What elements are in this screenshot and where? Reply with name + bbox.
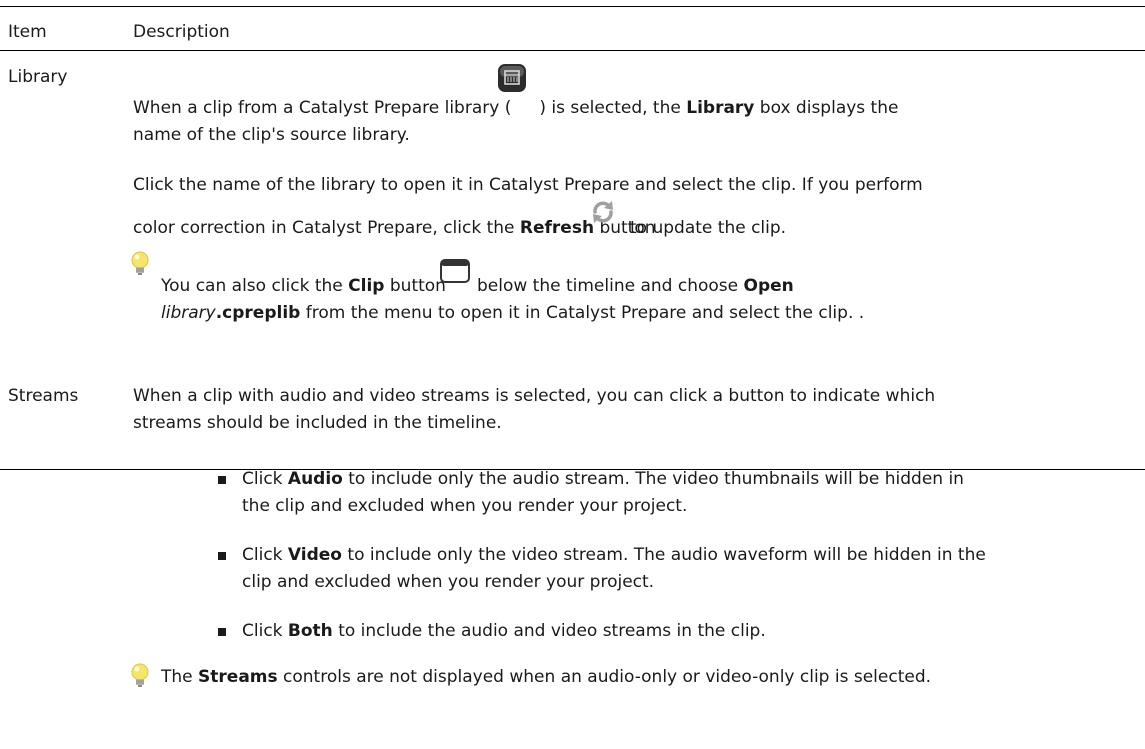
term-library: Library <box>686 98 755 118</box>
text: Click <box>242 621 288 641</box>
table-top-rule <box>0 6 1145 7</box>
bullet-video-line-1: Click Video to include only the video st… <box>242 544 986 566</box>
term-refresh: Refresh <box>519 218 595 238</box>
text: to include the audio and video streams i… <box>332 621 766 641</box>
lightbulb-tip-icon <box>131 663 149 687</box>
library-icon <box>511 112 539 113</box>
header-bottom-rule <box>0 50 1145 51</box>
text: to include only the audio stream. The vi… <box>342 469 964 489</box>
text: Click <box>242 545 288 565</box>
row-label-streams: Streams <box>8 386 79 406</box>
library-icon <box>498 64 526 92</box>
bullet-marker <box>218 552 226 560</box>
library-paragraph-1-line-2: name of the clip's source library. <box>133 125 410 145</box>
text: below the timeline and choose <box>477 276 744 296</box>
row-label-library: Library <box>8 67 68 87</box>
bullet-audio-line-1: Click Audio to include only the audio st… <box>242 468 964 490</box>
term-open: Open <box>743 276 794 296</box>
bullet-marker <box>218 628 226 636</box>
text: You can also click the <box>161 276 349 296</box>
term-clip: Clip <box>348 276 385 296</box>
library-paragraph-2-line-1: Click the name of the library to open it… <box>133 175 923 195</box>
refresh-icon <box>593 201 613 223</box>
streams-intro-line-1: When a clip with audio and video streams… <box>133 386 936 406</box>
term-video: Video <box>287 545 342 565</box>
text: from the menu to open it in Catalyst Pre… <box>300 303 865 323</box>
clip-window-icon <box>440 259 470 283</box>
term-audio: Audio <box>287 469 343 489</box>
bullet-both-line-1: Click Both to include the audio and vide… <box>242 620 766 642</box>
library-paragraph-2-line-2: color correction in Catalyst Prepare, cl… <box>133 217 656 239</box>
text: color correction in Catalyst Prepare, cl… <box>133 218 520 238</box>
library-paragraph-2-line-2-end: to update the clip. <box>630 218 787 238</box>
library-tip-line-1: You can also click the Clip button <box>161 275 446 297</box>
text: ) is selected, the <box>539 98 687 118</box>
library-tip-line-1-end: below the timeline and choose Open <box>477 275 794 297</box>
bullet-audio-line-2: the clip and excluded when you render yo… <box>242 496 688 516</box>
term-streams: Streams <box>198 667 278 687</box>
streams-tip: The Streams controls are not displayed w… <box>161 666 931 688</box>
bullet-marker <box>218 476 226 484</box>
term-cpreplib: .cpreplib <box>215 303 301 323</box>
text: When a clip from a Catalyst Prepare libr… <box>133 98 512 118</box>
header-description: Description <box>133 22 230 42</box>
text: controls are not displayed when an audio… <box>277 667 932 687</box>
text: The <box>161 667 199 687</box>
doc-page: { "header": { "col1": "Item", "col2": "D… <box>0 0 1145 749</box>
text: to include only the video stream. The au… <box>342 545 986 565</box>
library-tip-line-2: library.cpreplib from the menu to open i… <box>161 302 864 324</box>
text: button <box>384 276 446 296</box>
term-both: Both <box>287 621 333 641</box>
text: Click <box>242 469 288 489</box>
library-paragraph-1-line-1: When a clip from a Catalyst Prepare libr… <box>133 97 898 119</box>
term-library-italic: library <box>161 303 216 323</box>
lightbulb-tip-icon <box>131 251 149 275</box>
streams-intro-line-2: streams should be included in the timeli… <box>133 413 502 433</box>
bullet-video-line-2: clip and excluded when you render your p… <box>242 572 655 592</box>
header-item: Item <box>8 22 47 42</box>
text: box displays the <box>754 98 899 118</box>
